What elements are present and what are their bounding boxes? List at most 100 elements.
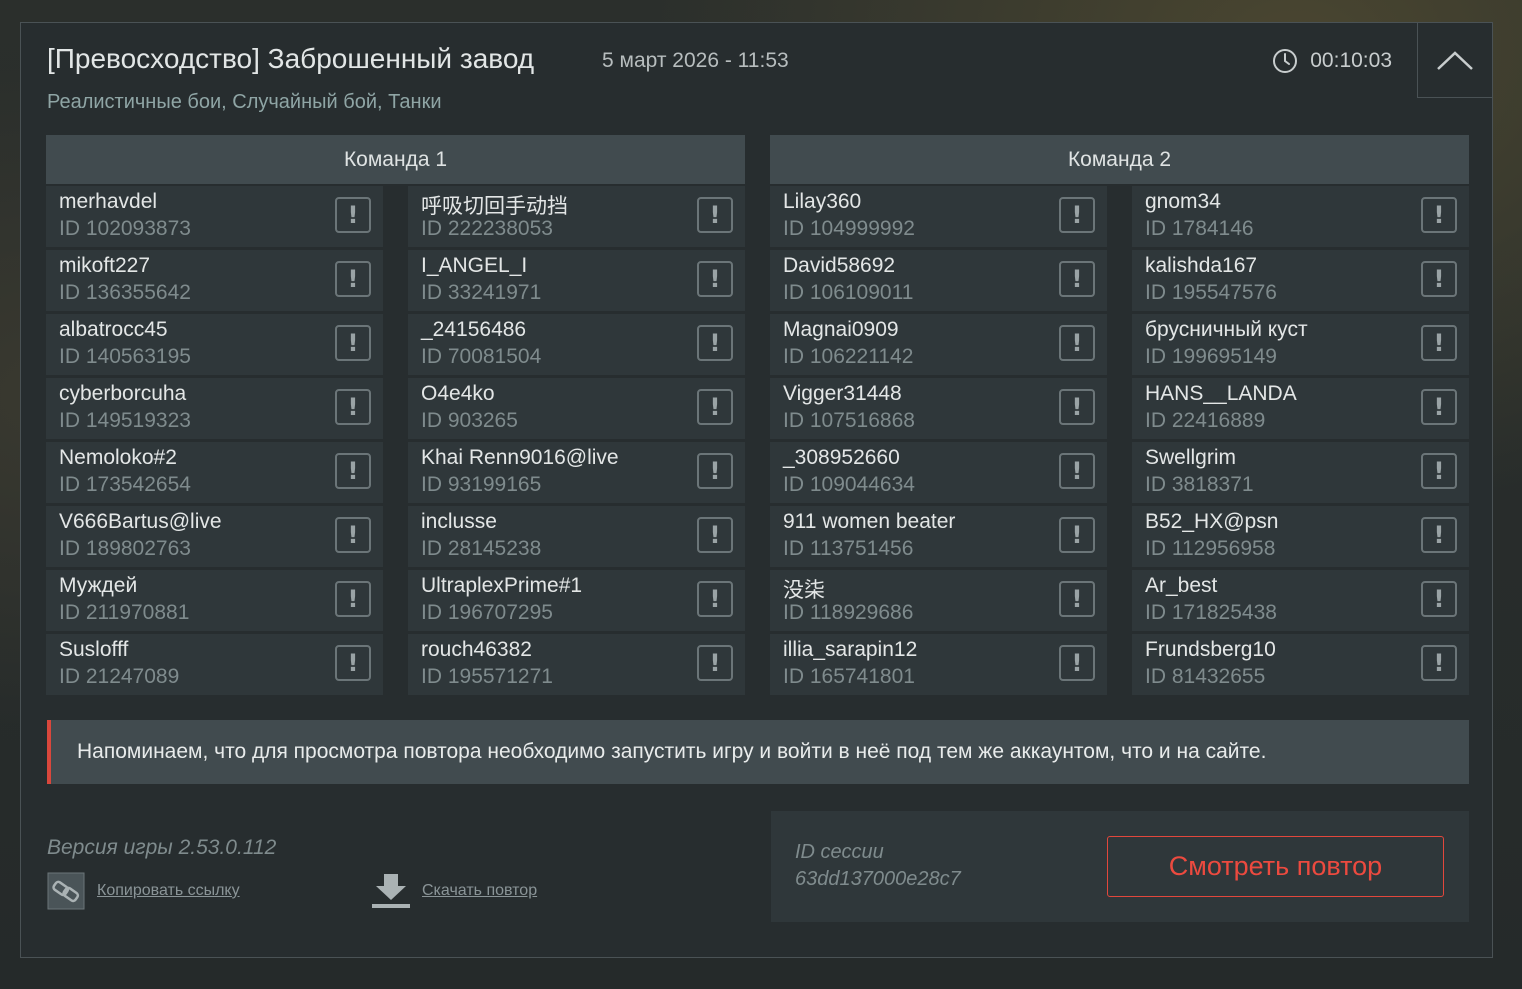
game-version: Версия игры 2.53.0.112 xyxy=(47,836,277,859)
report-player-button[interactable]: ! xyxy=(1059,453,1095,489)
player-card: B52_HX@psn ID 112956958! xyxy=(1132,506,1469,567)
team-header: Команда 1 xyxy=(46,135,745,184)
player-id: ID 21247089 xyxy=(59,665,180,688)
report-player-button[interactable]: ! xyxy=(697,453,733,489)
player-id: ID 118929686 xyxy=(783,601,914,624)
player-name: _308952660 xyxy=(783,446,900,469)
report-player-button[interactable]: ! xyxy=(335,197,371,233)
player-name: David58692 xyxy=(783,254,896,277)
player-name: B52_HX@psn xyxy=(1145,510,1279,533)
report-player-button[interactable]: ! xyxy=(1059,197,1095,233)
player-name: gnom34 xyxy=(1145,190,1221,213)
player-name: illia_sarapin12 xyxy=(783,638,918,661)
battle-mode: Реалистичные бои, Случайный бой, Танки xyxy=(47,91,442,113)
chevron-up-icon xyxy=(1437,51,1473,70)
player-id: ID 109044634 xyxy=(783,473,915,496)
report-player-button[interactable]: ! xyxy=(1421,517,1457,553)
player-id: ID 1784146 xyxy=(1145,217,1254,240)
player-name: _24156486 xyxy=(421,318,527,341)
player-name: Suslofff xyxy=(59,638,129,661)
report-player-button[interactable]: ! xyxy=(697,325,733,361)
player-id: ID 3818371 xyxy=(1145,473,1254,496)
player-id: ID 173542654 xyxy=(59,473,191,496)
player-name: inclusse xyxy=(421,510,497,533)
report-player-button[interactable]: ! xyxy=(1421,389,1457,425)
player-card: _24156486 ID 70081504! xyxy=(408,314,745,375)
player-id: ID 149519323 xyxy=(59,409,191,432)
player-name: Frundsberg10 xyxy=(1145,638,1276,661)
player-name: 没柒 xyxy=(783,579,825,602)
session-id: 63dd137000e28c7 xyxy=(795,868,961,890)
report-player-button[interactable]: ! xyxy=(335,389,371,425)
report-player-button[interactable]: ! xyxy=(1059,389,1095,425)
report-player-button[interactable]: ! xyxy=(697,389,733,425)
report-player-button[interactable]: ! xyxy=(1059,581,1095,617)
player-name: Lilay360 xyxy=(783,190,862,213)
player-card: gnom34 ID 1784146! xyxy=(1132,186,1469,247)
report-player-button[interactable]: ! xyxy=(697,517,733,553)
player-id: ID 107516868 xyxy=(783,409,915,432)
report-player-button[interactable]: ! xyxy=(1421,261,1457,297)
player-id: ID 106221142 xyxy=(783,345,914,368)
report-player-button[interactable]: ! xyxy=(697,197,733,233)
player-card: Khai Renn9016@live ID 93199165! xyxy=(408,442,745,503)
player-id: ID 112956958 xyxy=(1145,537,1276,560)
player-card: Муждей ID 211970881! xyxy=(46,570,383,631)
player-card: merhavdel ID 102093873! xyxy=(46,186,383,247)
duration-value: 00:10:03 xyxy=(1310,49,1392,72)
report-player-button[interactable]: ! xyxy=(335,453,371,489)
team-2: Команда 2 Lilay360 ID 104999992! gnom34 ID … xyxy=(770,135,1469,695)
player-card: Frundsberg10 ID 81432655! xyxy=(1132,634,1469,695)
report-player-button[interactable]: ! xyxy=(335,645,371,681)
report-player-button[interactable]: ! xyxy=(697,581,733,617)
player-name: 911 women beater xyxy=(783,510,956,533)
report-player-button[interactable]: ! xyxy=(335,517,371,553)
report-player-button[interactable]: ! xyxy=(697,261,733,297)
player-card: Nemoloko#2 ID 173542654! xyxy=(46,442,383,503)
player-name: albatrocc45 xyxy=(59,318,168,341)
report-player-button[interactable]: ! xyxy=(1059,645,1095,681)
battle-date: 5 март 2026 - 11:53 xyxy=(602,49,789,72)
report-player-button[interactable]: ! xyxy=(335,581,371,617)
player-card: 没柒 ID 118929686! xyxy=(770,570,1107,631)
report-player-button[interactable]: ! xyxy=(335,261,371,297)
report-player-button[interactable]: ! xyxy=(1421,453,1457,489)
battle-title: [Превосходство] Заброшенный завод xyxy=(47,43,535,74)
player-card: Lilay360 ID 104999992! xyxy=(770,186,1107,247)
player-id: ID 903265 xyxy=(421,409,518,432)
player-name: V666Bartus@live xyxy=(59,510,222,533)
player-id: ID 136355642 xyxy=(59,281,191,304)
report-player-button[interactable]: ! xyxy=(1059,261,1095,297)
player-id: ID 196707295 xyxy=(421,601,553,624)
collapse-button[interactable] xyxy=(1417,23,1492,98)
report-player-button[interactable]: ! xyxy=(1421,325,1457,361)
player-id: ID 102093873 xyxy=(59,217,191,240)
player-card: illia_sarapin12 ID 165741801! xyxy=(770,634,1107,695)
report-player-button[interactable]: ! xyxy=(1059,517,1095,553)
player-card: David58692 ID 106109011! xyxy=(770,250,1107,311)
player-card: 呼吸切回手动挡 ID 222238053! xyxy=(408,186,745,247)
player-id: ID 93199165 xyxy=(421,473,542,496)
player-name: Ar_best xyxy=(1145,574,1218,597)
download-replay-button[interactable]: Скачать повтор xyxy=(371,872,537,910)
player-card: Magnai0909 ID 106221142! xyxy=(770,314,1107,375)
team-1: Команда 1 merhavdel ID 102093873! 呼吸切回手动挡 I… xyxy=(46,135,745,695)
player-name: брусничный куст xyxy=(1145,318,1308,341)
player-name: UltraplexPrime#1 xyxy=(421,574,583,597)
report-player-button[interactable]: ! xyxy=(1421,645,1457,681)
player-name: Nemoloko#2 xyxy=(59,446,177,469)
report-player-button[interactable]: ! xyxy=(1421,581,1457,617)
watch-replay-button[interactable]: Смотреть повтор xyxy=(1107,836,1444,897)
report-player-button[interactable]: ! xyxy=(335,325,371,361)
copy-link-button[interactable]: Копировать ссылку xyxy=(47,872,240,910)
player-card: I_ANGEL_I ID 33241971! xyxy=(408,250,745,311)
report-player-button[interactable]: ! xyxy=(697,645,733,681)
report-player-button[interactable]: ! xyxy=(1059,325,1095,361)
clock-icon xyxy=(1273,49,1298,73)
session-label: ID сессии xyxy=(795,841,884,863)
report-player-button[interactable]: ! xyxy=(1421,197,1457,233)
player-id: ID 199695149 xyxy=(1145,345,1277,368)
player-card: V666Bartus@live ID 189802763! xyxy=(46,506,383,567)
team-player-grid: Lilay360 ID 104999992! gnom34 ID 1784146! Da… xyxy=(770,186,1469,695)
player-id: ID 22416889 xyxy=(1145,409,1266,432)
